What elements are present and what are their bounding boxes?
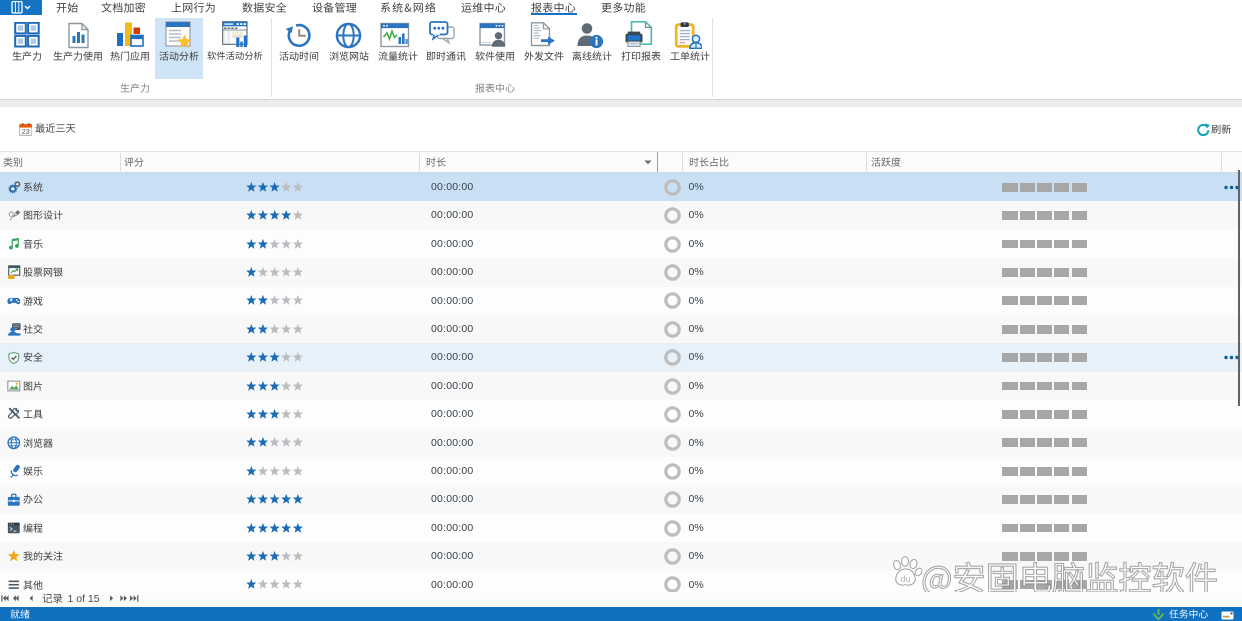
svg-text:du: du	[900, 574, 910, 584]
svg-text:23: 23	[21, 127, 29, 136]
